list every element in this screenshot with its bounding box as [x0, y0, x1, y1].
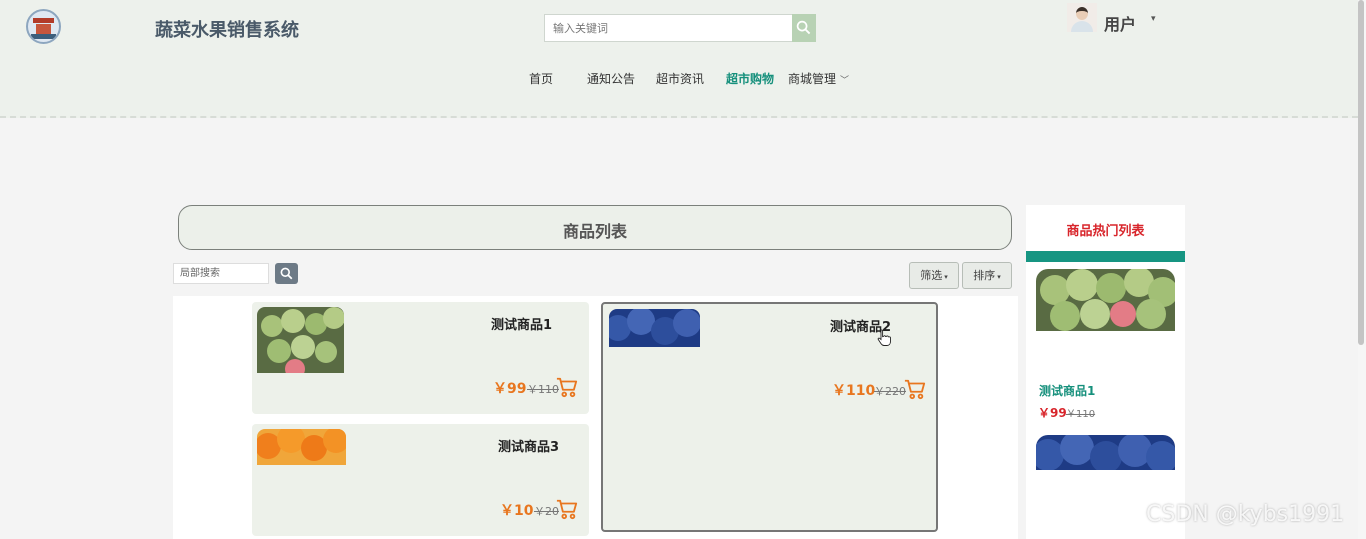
- product-price: ￥110: [832, 383, 876, 399]
- hot-products-sidebar: 商品热门列表 测试商品1 ￥99 ￥110: [1026, 205, 1185, 539]
- hot-list-title: 商品热门列表: [1066, 224, 1145, 239]
- hot-product-price: ￥99: [1038, 406, 1067, 420]
- search-icon: [280, 267, 293, 280]
- product-name: 测试商品1: [491, 318, 553, 333]
- chevron-down-icon: ﹀: [840, 76, 850, 86]
- site-title: 蔬菜水果销售系统: [155, 20, 299, 41]
- sort-label: 排序: [973, 269, 996, 282]
- hot-product-name[interactable]: 测试商品1: [1039, 382, 1095, 399]
- site-logo[interactable]: [26, 9, 61, 44]
- filter-label: 筛选: [920, 269, 943, 282]
- shopping-cart-icon[interactable]: [556, 376, 578, 398]
- nav-item-shopping[interactable]: 超市购物: [726, 70, 774, 87]
- product-card[interactable]: 测试商品1 ￥99 ￥110: [252, 302, 589, 414]
- hot-list-divider: [1026, 251, 1185, 262]
- product-list-title-panel: 商品列表: [178, 205, 1012, 250]
- search-input[interactable]: [544, 14, 793, 42]
- product-card[interactable]: 测试商品3 ￥10 ￥20: [252, 424, 589, 536]
- nav-item-home[interactable]: 首页: [529, 70, 553, 87]
- shopping-cart-icon[interactable]: [904, 378, 926, 400]
- hand-pointer-icon: [877, 329, 891, 346]
- nav-item-mall-management[interactable]: 商城管理 ﹀: [788, 70, 849, 87]
- shopping-cart-icon[interactable]: [556, 498, 578, 520]
- product-old-price: ￥220: [874, 385, 906, 398]
- product-price: ￥99: [493, 381, 527, 397]
- local-search-input[interactable]: [173, 263, 269, 284]
- product-image: [609, 309, 700, 347]
- local-search-button[interactable]: [275, 263, 298, 284]
- search-icon: [796, 20, 811, 35]
- hot-product-old-price: ￥110: [1066, 409, 1096, 420]
- watermark: CSDN @kybs1991: [1146, 502, 1345, 527]
- nav-item-news[interactable]: 超市资讯: [656, 70, 704, 87]
- hot-product-image[interactable]: [1036, 269, 1175, 331]
- product-name: 测试商品3: [498, 440, 560, 455]
- search-button[interactable]: [792, 14, 816, 42]
- user-menu-label[interactable]: 用户: [1104, 11, 1136, 35]
- scrollbar-thumb[interactable]: [1358, 0, 1364, 345]
- caret-down-icon: ▾: [997, 273, 1001, 281]
- sort-button[interactable]: 排序 ▾: [962, 262, 1012, 289]
- product-image: [257, 429, 346, 465]
- top-header: 蔬菜水果销售系统 用户 ▾ 首页 通知公告 超市资讯 超市购物 商城管理﹀: [0, 0, 1358, 118]
- user-avatar[interactable]: [1067, 3, 1097, 32]
- product-old-price: ￥110: [527, 383, 559, 396]
- product-price: ￥10: [500, 503, 534, 519]
- hot-product-image[interactable]: [1036, 435, 1175, 470]
- nav-item-label: 商城管理: [788, 72, 837, 86]
- page-scrollbar[interactable]: [1358, 0, 1366, 539]
- chevron-down-icon[interactable]: ▾: [1151, 14, 1156, 24]
- caret-down-icon: ▾: [944, 273, 948, 281]
- product-image: [257, 307, 344, 373]
- product-list-title: 商品列表: [562, 222, 627, 241]
- filter-button[interactable]: 筛选 ▾: [909, 262, 959, 289]
- nav-item-notices[interactable]: 通知公告: [587, 70, 635, 87]
